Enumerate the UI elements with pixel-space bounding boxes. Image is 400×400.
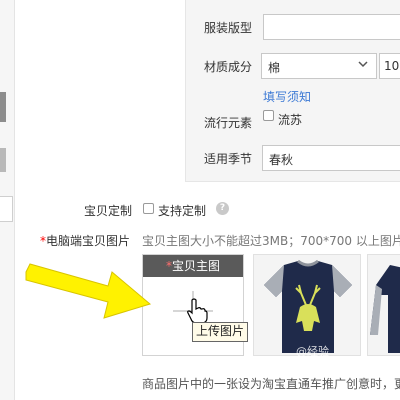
material-percentage-input[interactable]: 100 — [379, 53, 400, 79]
material-select-value: 棉 — [268, 61, 281, 75]
fill-guide-link[interactable]: 填写须知 — [263, 88, 311, 105]
image-size-hint: 宝贝主图大小不能超过3MB；700*700 以上图片上 — [142, 234, 400, 248]
tshirt-image — [368, 255, 400, 355]
main-image-slot-header: *宝贝主图 — [143, 255, 243, 277]
hand-cursor-icon — [187, 298, 208, 324]
upload-image-tooltip: 上传图片 — [192, 322, 249, 342]
sidebar-marker — [0, 148, 6, 172]
product-thumbnail-2[interactable] — [367, 254, 400, 356]
support-customization-checkbox[interactable] — [143, 203, 154, 214]
season-label: 适用季节 — [204, 152, 253, 166]
material-label: 材质成分 — [204, 60, 253, 74]
clothing-fit-label: 服装版型 — [204, 21, 253, 35]
customization-label: 宝贝定制 — [84, 204, 133, 218]
left-sidebar-strip — [0, 0, 15, 400]
chevron-down-icon — [358, 61, 368, 68]
support-customization-label: 支持定制 — [158, 204, 207, 218]
season-select[interactable]: 春秋 — [262, 145, 400, 171]
main-image-slot-label: 宝贝主图 — [171, 259, 220, 273]
tshirt-image — [254, 255, 360, 355]
material-percentage-value: 100 — [384, 59, 400, 73]
pc-images-label: *电脑端宝贝图片 — [40, 232, 130, 249]
tassel-checkbox[interactable] — [263, 110, 274, 121]
sidebar-active-marker — [0, 92, 6, 122]
image-footer-note: 商品图片中的一张设为淘宝直通车推广创意时，更 — [142, 377, 400, 391]
product-thumbnail-1[interactable] — [253, 254, 361, 356]
pc-images-label-text: 电脑端宝贝图片 — [46, 234, 131, 248]
sidebar-box — [0, 196, 13, 222]
style-elements-label: 流行元素 — [204, 116, 253, 130]
watermark-text: @经验 — [296, 345, 329, 358]
material-select[interactable]: 棉 — [261, 53, 377, 79]
arrow-annotation-icon — [25, 263, 152, 319]
season-select-value: 春秋 — [269, 153, 294, 167]
help-icon[interactable]: ? — [216, 202, 229, 215]
clothing-fit-select[interactable] — [263, 14, 400, 40]
tassel-option-label: 流苏 — [278, 113, 303, 127]
